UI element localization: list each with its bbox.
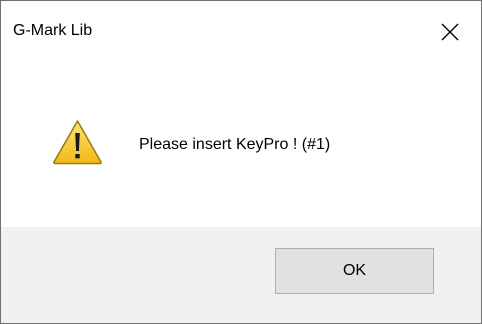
close-icon [441, 23, 459, 41]
title-bar[interactable]: G-Mark Lib [1, 1, 481, 63]
warning-icon [53, 120, 102, 165]
dialog-content: Please insert KeyPro ! (#1) [1, 63, 481, 227]
button-bar: OK [1, 227, 481, 323]
ok-button[interactable]: OK [275, 248, 434, 294]
close-button[interactable] [421, 1, 481, 63]
window-title: G-Mark Lib [13, 22, 93, 39]
message-text: Please insert KeyPro ! (#1) [139, 136, 331, 153]
message-dialog: G-Mark Lib Please insert KeyPro ! (#1) O… [0, 0, 482, 324]
